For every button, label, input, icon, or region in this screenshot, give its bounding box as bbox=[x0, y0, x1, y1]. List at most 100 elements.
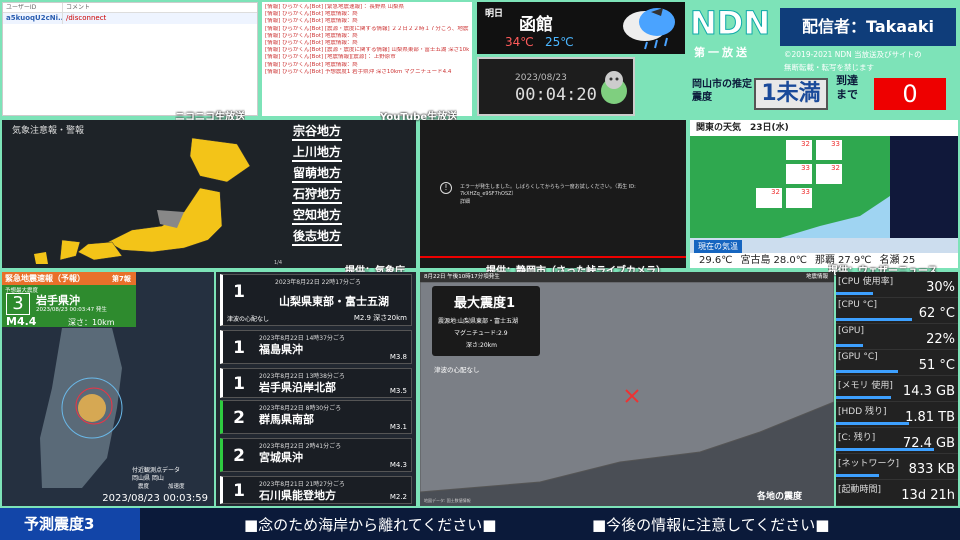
mascot-icon bbox=[601, 71, 627, 104]
quake-card[interactable]: 2 2023年8月22日 8時30分ごろ 群馬県南部 M3.1 bbox=[220, 400, 412, 434]
quake-card[interactable]: 1 2023年8月22日 22時17分ごろ 山梨県東部・富士五湖 M2.9 深さ20k… bbox=[220, 274, 412, 326]
col-user: ユーザーID bbox=[3, 3, 63, 12]
quake-place: 宮城県沖 bbox=[259, 451, 303, 464]
comment-panel: ユーザーID コメント a5kuoqU2cNi.../disconnect bbox=[2, 2, 258, 116]
quake-mag: M3.8 bbox=[389, 353, 407, 361]
eew-intensity: 3 bbox=[6, 293, 30, 315]
sys-bar bbox=[836, 370, 899, 373]
quake-mag: M2.9 深さ20km bbox=[353, 314, 407, 322]
quake-log: [情報] ひらかくん[Bot] [緊急地震速報] ：長野県 山梨県 [情報] ひら… bbox=[262, 2, 472, 116]
warning-map: 気象注意報・警報 宗谷地方 上川地方 留萌地方 石狩地方 空知地方 後志地方 1/4 bbox=[2, 120, 416, 268]
region-item: 宗谷地方 bbox=[292, 122, 343, 141]
kanto-title: 関東の天気 23日(水) bbox=[690, 120, 958, 136]
comment-text: /disconnect bbox=[66, 14, 107, 22]
tohoku-map bbox=[40, 328, 123, 488]
sys-row: [C: 残り] 72.4 GB bbox=[836, 428, 958, 454]
log-line: [情報] ひらかくん[Bot] [震源・震度に関する情報] 山梨県東部・富士五湖… bbox=[265, 47, 469, 54]
region-item: 上川地方 bbox=[292, 143, 343, 162]
sys-bar bbox=[836, 422, 910, 425]
sys-value: 1.81 TB bbox=[905, 410, 955, 425]
intensity-map: 8月22日 午後10時17分頃発生 地震情報 最大震度1 震源地:山梨県東部・富士… bbox=[420, 272, 834, 506]
weather-widget: 明日 函館 34℃ 25℃ bbox=[477, 2, 685, 54]
eew-time: 2023/08/23 00:03:47 発生 bbox=[36, 307, 107, 313]
shindo-topbar: 8月22日 午後10時17分頃発生 地震情報 bbox=[420, 272, 834, 282]
ticker-msg1: ■念のため海岸から離れてください■ bbox=[244, 516, 497, 534]
eew-report-num: 第7報 bbox=[112, 275, 131, 283]
quake-intensity: 2 bbox=[233, 408, 245, 428]
log-line: [情報] ひらかくん[Bot] [震源・震度に関する情報] ２２日２２時１７分ご… bbox=[265, 25, 469, 32]
sys-value: 62 °C bbox=[918, 306, 955, 321]
arrival-value: 0 bbox=[874, 78, 946, 110]
sys-bar bbox=[836, 448, 934, 451]
sys-name: [CPU °C] bbox=[838, 300, 877, 310]
col-comment: コメント bbox=[66, 4, 91, 11]
eew-panel: 緊急地震速報（予報） 第7報 予想最大震度 3 岩手県沖 2023/08/23 … bbox=[2, 272, 214, 506]
japan-map bbox=[34, 137, 251, 264]
eew-magnitude: M4.4 bbox=[6, 315, 37, 328]
youtube-player[interactable]: ! エラーが発生しました。しばらくしてからもう一度お試しください。（再生 ID:… bbox=[420, 120, 686, 268]
quake-place: 石川県能登地方 bbox=[259, 489, 336, 502]
timer-time: 00:04:20 bbox=[515, 85, 597, 105]
quake-card[interactable]: 1 2023年8月22日 13時38分ごろ 岩手県沿岸北部 M3.5 bbox=[220, 368, 412, 398]
shindo-credit: 地図データ: 国土数値情報 bbox=[424, 498, 471, 503]
page-indicator: 1/4 bbox=[274, 260, 283, 266]
quake-intensity: 2 bbox=[233, 446, 245, 466]
shindo-datetime: 8月22日 午後10時17分頃発生 bbox=[424, 274, 500, 280]
ticker-msg2: ■今後の情報に注意してください■ bbox=[592, 516, 830, 534]
temp-place: 宮古島 bbox=[740, 255, 771, 266]
forecast-icon-3: 32 bbox=[816, 164, 842, 184]
log-line: [情報] ひらかくん[Bot] [緊急地震速報] ：長野県 山梨県 bbox=[265, 4, 405, 10]
quake-card[interactable]: 2 2023年8月22日 2時41分ごろ 宮城県沖 M4.3 bbox=[220, 438, 412, 472]
eew-legend2: 岡山県 岡山 bbox=[132, 475, 164, 482]
temp-value: 28.0℃ bbox=[773, 255, 808, 266]
quake-mag: M2.2 bbox=[389, 493, 407, 501]
timer-date: 2023/08/23 bbox=[515, 73, 567, 83]
shindo-epicenter: 震源地:山梨県東部・富士五湖 bbox=[438, 318, 519, 325]
ndn-logo: NDN bbox=[689, 4, 771, 43]
sys-bar bbox=[836, 474, 879, 477]
shindo-header: 地震情報 bbox=[805, 274, 828, 280]
kanto-weather: 関東の天気 23日(水) 32 33 33 32 32 33 現在の気温 29.6℃ 宮古島… bbox=[690, 120, 958, 268]
sys-value: 13d 21h bbox=[901, 488, 955, 503]
sys-bar bbox=[836, 396, 891, 399]
shindo-depth: 深さ:20km bbox=[466, 342, 497, 349]
error-text: エラーが発生しました。しばらくしてからもう一度お試しください。（再生 ID: 7… bbox=[460, 184, 636, 197]
sys-value: 14.3 GB bbox=[902, 384, 955, 399]
sys-row: [メモリ 使用] 14.3 GB bbox=[836, 376, 958, 402]
sys-row: [HDD 残り] 1.81 TB bbox=[836, 402, 958, 428]
temp-value: 29.6℃ bbox=[699, 255, 733, 266]
comment-row[interactable]: a5kuoqU2cNi.../disconnect bbox=[3, 13, 257, 24]
region-item: 石狩地方 bbox=[292, 185, 343, 204]
error-icon: ! bbox=[440, 182, 452, 194]
error-more-link[interactable]: 詳細 bbox=[460, 198, 470, 205]
quake-intensity: 1 bbox=[233, 374, 245, 394]
quake-intensity: 1 bbox=[233, 338, 245, 358]
quake-mag: M3.1 bbox=[389, 423, 407, 431]
region-list: 宗谷地方 上川地方 留萌地方 石狩地方 空知地方 後志地方 bbox=[292, 120, 362, 246]
sys-bar bbox=[836, 318, 912, 321]
log-line: [情報] ひらかくん[Bot] [地震情報][震源] ：上野原市 bbox=[265, 54, 396, 61]
quake-note: 津波の心配なし bbox=[227, 316, 270, 323]
eew-legend3: 震度 bbox=[138, 484, 150, 490]
sys-row: [GPU °C] 51 °C bbox=[836, 350, 958, 376]
sys-bar bbox=[836, 344, 863, 347]
log-line: [情報] ひらかくん[Bot] 地震情報：終 bbox=[265, 40, 358, 47]
rain-cloud-icon bbox=[623, 8, 675, 50]
region-item: 後志地方 bbox=[292, 227, 343, 246]
forecast-icon-2: 33 bbox=[786, 164, 812, 184]
quake-card[interactable]: 1 2023年8月22日 14時37分ごろ 福島県沖 M3.8 bbox=[220, 330, 412, 364]
quake-mag: M3.5 bbox=[389, 387, 407, 395]
sys-row: [GPU] 22% bbox=[836, 324, 958, 350]
log-line: [情報] ひらかくん[Bot] 地震情報：終 bbox=[265, 18, 358, 25]
forecast-icon-0: 32 bbox=[786, 140, 812, 160]
streamer-name: 配信者：Takaaki bbox=[780, 8, 956, 46]
quake-place: 山梨県東部・富士五湖 bbox=[279, 295, 389, 308]
comment-user: a5kuoqU2cNi... bbox=[3, 13, 63, 24]
ndn-header: NDN 配信者：Takaaki 第一放送 ©2019-2021 NDN 当放送及… bbox=[688, 2, 958, 116]
quake-card[interactable]: 1 2023年8月21日 21時27分ごろ 石川県能登地方 M2.2 bbox=[220, 476, 412, 504]
eew-legend4: 加速度 bbox=[168, 484, 185, 490]
region-item: 留萌地方 bbox=[292, 164, 343, 183]
quake-place: 群馬県南部 bbox=[259, 413, 314, 426]
sys-value: 22% bbox=[926, 332, 955, 347]
sys-name: [ネットワーク] bbox=[838, 459, 900, 469]
